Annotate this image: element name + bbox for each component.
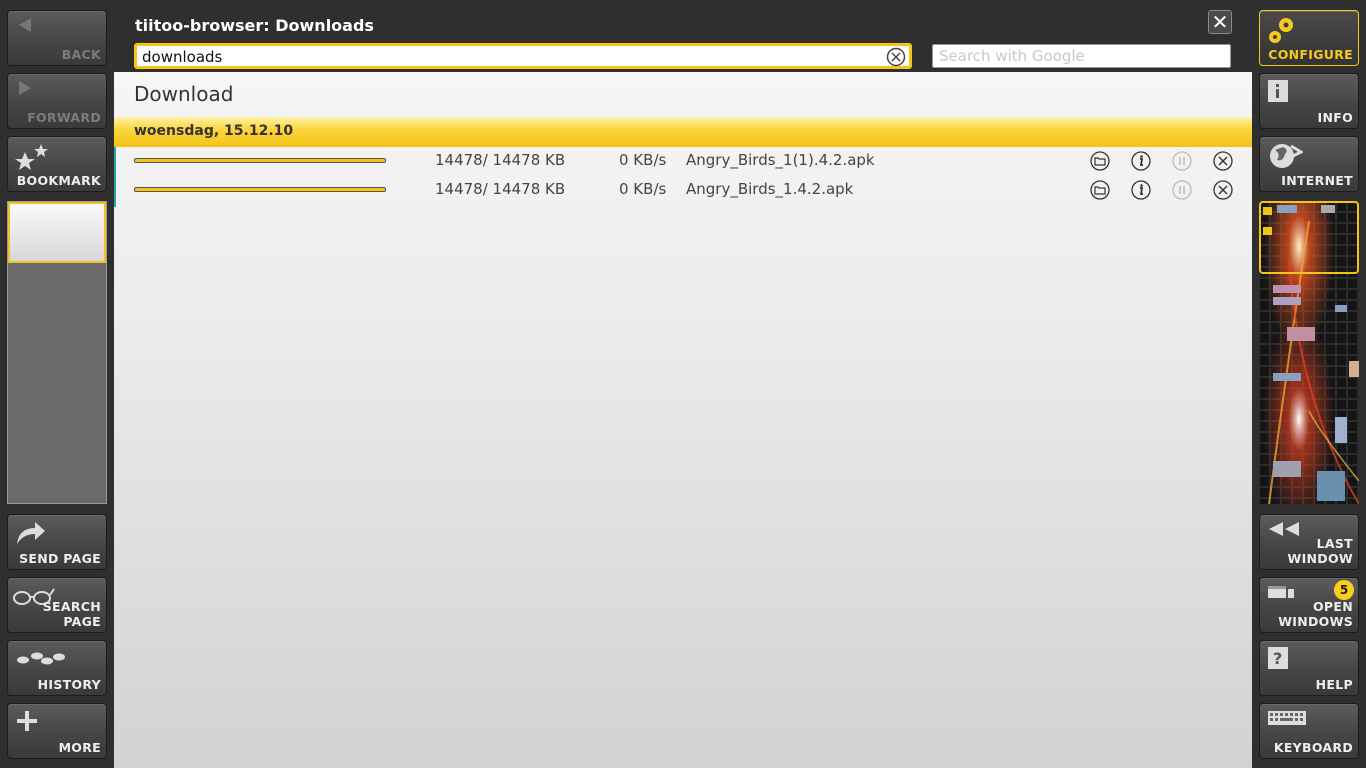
current-page-thumbnail[interactable] xyxy=(8,202,106,263)
open-windows-label-line2: WINDOWS xyxy=(1278,614,1353,629)
last-window-label-line1: LAST xyxy=(1316,536,1353,551)
info-label: INFO xyxy=(1317,110,1353,125)
open-folder-icon[interactable] xyxy=(1090,180,1110,200)
date-label: woensdag, 15.12.10 xyxy=(134,123,294,139)
window-thumbnails xyxy=(1259,201,1359,504)
download-size: 14478/ 14478 KB xyxy=(435,151,566,169)
page-title: Download xyxy=(134,82,234,106)
info-icon[interactable] xyxy=(1131,180,1151,200)
globe-icon xyxy=(1267,142,1305,174)
browser-window: BACK FORWARD BOOKMARK SEND PAGE SEARCH P… xyxy=(0,0,1366,768)
remove-icon[interactable] xyxy=(1213,151,1233,171)
keyboard-icon xyxy=(1267,709,1307,731)
tab-thumbnails xyxy=(7,201,107,504)
close-icon: ✕ xyxy=(1211,10,1229,34)
keyboard-label: KEYBOARD xyxy=(1273,740,1353,755)
download-progress-bar xyxy=(134,158,386,163)
open-folder-icon[interactable] xyxy=(1090,151,1110,171)
forward-arrow-icon xyxy=(15,79,35,103)
download-filename: Angry_Birds_1.4.2.apk xyxy=(686,180,854,198)
url-input[interactable] xyxy=(142,47,872,67)
help-button[interactable]: ? HELP xyxy=(1259,640,1359,696)
configure-button[interactable]: CONFIGURE xyxy=(1259,10,1359,66)
search-input[interactable] xyxy=(939,46,1219,66)
download-speed: 0 KB/s xyxy=(619,180,667,198)
current-window-thumbnail[interactable] xyxy=(1259,201,1359,274)
back-label: BACK xyxy=(61,47,101,62)
download-row: 14478/ 14478 KB 0 KB/s Angry_Birds_1(1).… xyxy=(114,146,1252,175)
url-bar[interactable] xyxy=(134,43,912,69)
forward-button[interactable]: FORWARD xyxy=(7,73,107,129)
history-label: HISTORY xyxy=(37,677,101,692)
open-windows-button[interactable]: 5 OPEN WINDOWS xyxy=(1259,577,1359,633)
remove-icon[interactable] xyxy=(1213,180,1233,200)
share-arrow-icon xyxy=(15,520,47,550)
forward-label: FORWARD xyxy=(27,110,101,125)
send-page-button[interactable]: SEND PAGE xyxy=(7,514,107,570)
page-content: Download woensdag, 15.12.10 14478/ 14478… xyxy=(114,72,1252,768)
bookmark-label: BOOKMARK xyxy=(16,173,101,188)
date-group-header: woensdag, 15.12.10 xyxy=(114,117,1252,147)
bookmark-button[interactable]: BOOKMARK xyxy=(7,136,107,192)
open-windows-label: OPEN WINDOWS xyxy=(1278,599,1353,629)
download-filename: Angry_Birds_1(1).4.2.apk xyxy=(686,151,875,169)
download-speed: 0 KB/s xyxy=(619,151,667,169)
close-button[interactable]: ✕ xyxy=(1208,10,1232,34)
back-arrow-icon xyxy=(15,16,35,40)
gears-icon xyxy=(1266,15,1298,49)
last-window-button[interactable]: LAST WINDOW xyxy=(1259,514,1359,570)
configure-label: CONFIGURE xyxy=(1268,47,1353,62)
internet-button[interactable]: INTERNET xyxy=(1259,136,1359,192)
search-page-button[interactable]: SEARCH PAGE xyxy=(7,577,107,633)
google-search-box[interactable] xyxy=(932,44,1231,68)
plus-icon xyxy=(15,709,39,737)
internet-label: INTERNET xyxy=(1281,173,1353,188)
window-title: tiitoo-browser: Downloads xyxy=(135,16,374,35)
send-page-label: SEND PAGE xyxy=(19,551,101,566)
search-page-label: SEARCH PAGE xyxy=(42,599,101,629)
download-row: 14478/ 14478 KB 0 KB/s Angry_Birds_1.4.2… xyxy=(114,175,1252,204)
pause-icon xyxy=(1172,151,1192,171)
open-windows-count-badge: 5 xyxy=(1334,580,1354,600)
more-label: MORE xyxy=(58,740,101,755)
last-window-label: LAST WINDOW xyxy=(1288,536,1354,566)
help-label: HELP xyxy=(1315,677,1353,692)
download-size: 14478/ 14478 KB xyxy=(435,180,566,198)
footsteps-icon xyxy=(15,646,65,672)
info-button[interactable]: INFO xyxy=(1259,73,1359,129)
info-icon[interactable] xyxy=(1131,151,1151,171)
back-button[interactable]: BACK xyxy=(7,10,107,66)
more-button[interactable]: MORE xyxy=(7,703,107,759)
history-button[interactable]: HISTORY xyxy=(7,640,107,696)
help-icon: ? xyxy=(1267,646,1289,674)
keyboard-button[interactable]: KEYBOARD xyxy=(1259,703,1359,759)
open-windows-label-line1: OPEN xyxy=(1313,599,1353,614)
info-page-icon xyxy=(1267,79,1289,107)
clear-url-icon[interactable] xyxy=(886,47,906,71)
last-window-label-line2: WINDOW xyxy=(1287,551,1353,566)
download-progress-bar xyxy=(134,187,386,192)
svg-text:?: ? xyxy=(1273,649,1282,668)
pause-icon xyxy=(1172,180,1192,200)
